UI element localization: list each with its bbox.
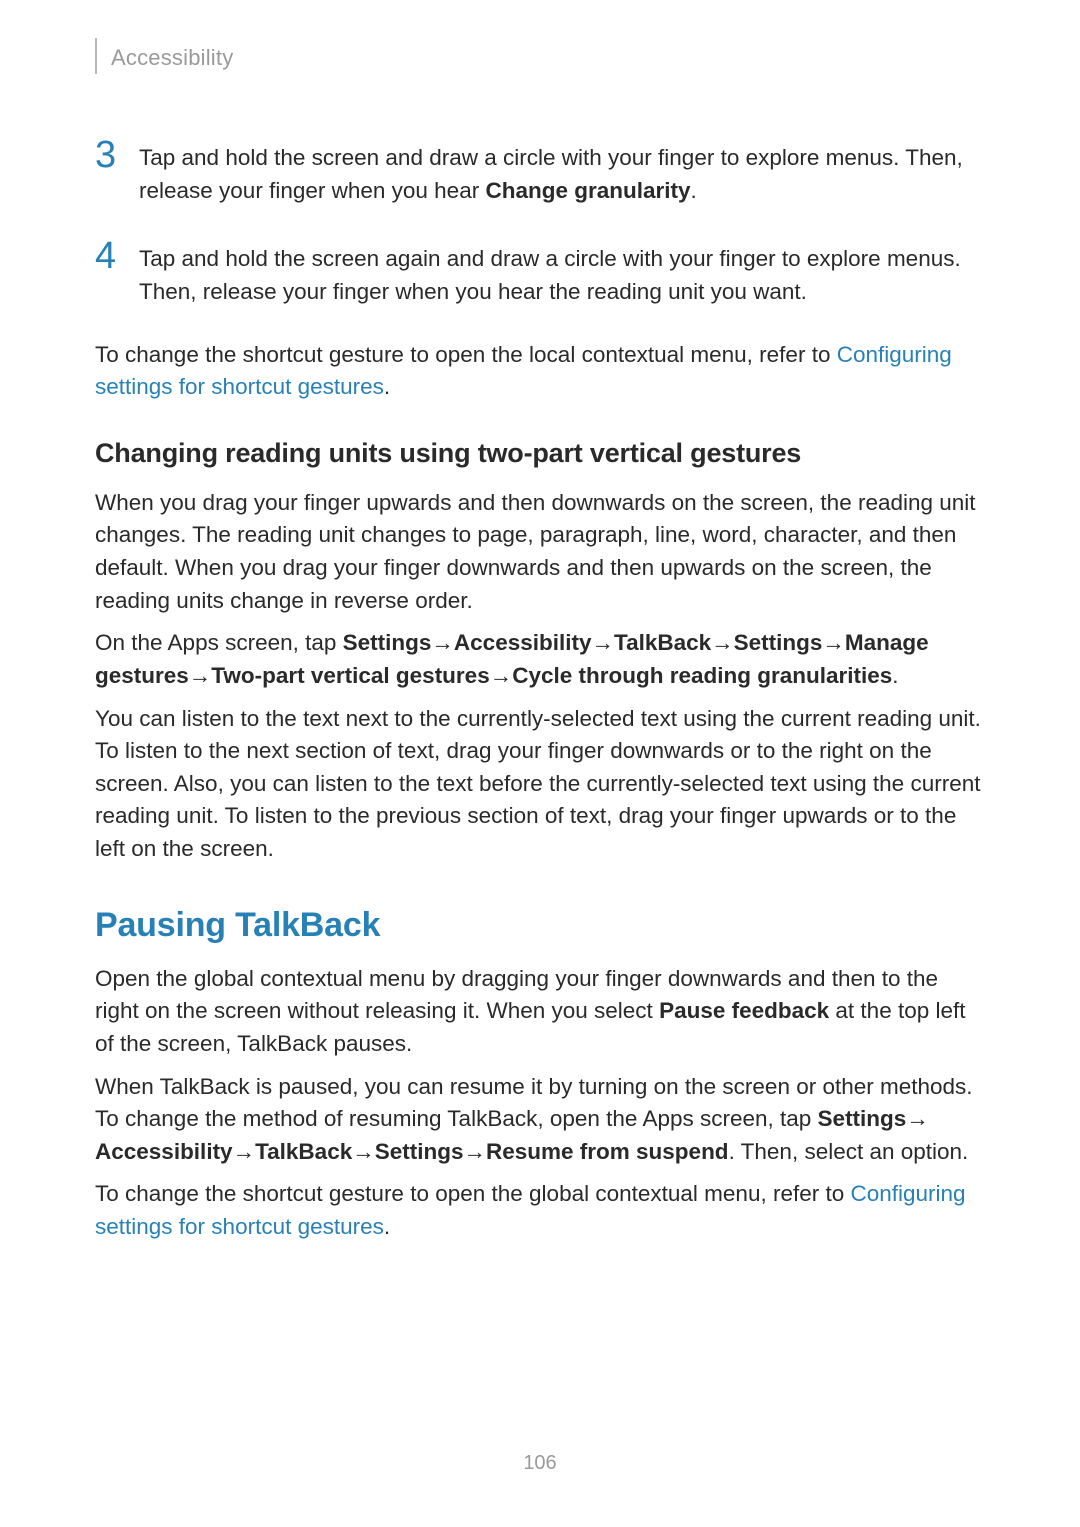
arrow-icon: → xyxy=(189,660,212,693)
step-text: Tap and hold the screen again and draw a… xyxy=(139,237,985,308)
text: . xyxy=(892,663,898,688)
bold-text: Cycle through reading granularities xyxy=(512,663,892,688)
header-section-label: Accessibility xyxy=(111,45,233,71)
section-heading-pausing-talkback: Pausing TalkBack xyxy=(95,906,985,945)
step-number: 3 xyxy=(95,136,139,174)
arrow-icon: → xyxy=(822,627,845,660)
bold-text: Pause feedback xyxy=(659,998,829,1023)
text: . Then, select an option. xyxy=(729,1139,969,1164)
arrow-icon: → xyxy=(592,627,615,660)
bold-text: Change granularity xyxy=(485,178,690,203)
page-header: Accessibility xyxy=(95,42,985,74)
paragraph-navigation-path: When TalkBack is paused, you can resume … xyxy=(95,1071,985,1169)
step-4: 4 Tap and hold the screen again and draw… xyxy=(95,237,985,308)
bold-text: Accessibility xyxy=(95,1139,233,1164)
text: . xyxy=(384,374,390,399)
arrow-icon: → xyxy=(906,1103,929,1136)
text: . xyxy=(384,1214,390,1239)
arrow-icon: → xyxy=(352,1136,375,1169)
step-3: 3 Tap and hold the screen and draw a cir… xyxy=(95,136,985,207)
bold-text: Resume from suspend xyxy=(486,1139,729,1164)
bold-text: Settings xyxy=(818,1106,907,1131)
header-divider xyxy=(95,38,97,74)
bold-text: Settings xyxy=(734,630,823,655)
bold-text: Settings xyxy=(343,630,432,655)
paragraph: When you drag your finger upwards and th… xyxy=(95,487,985,618)
paragraph: You can listen to the text next to the c… xyxy=(95,703,985,866)
arrow-icon: → xyxy=(464,1136,487,1169)
arrow-icon: → xyxy=(490,660,513,693)
text: To change the shortcut gesture to open t… xyxy=(95,1181,851,1206)
paragraph-navigation-path: On the Apps screen, tap Settings → Acces… xyxy=(95,627,985,692)
bold-text: TalkBack xyxy=(614,630,711,655)
bold-text: Two-part vertical gestures xyxy=(211,663,489,688)
page-number: 106 xyxy=(0,1452,1080,1475)
step-number: 4 xyxy=(95,237,139,275)
bold-text: Accessibility xyxy=(454,630,592,655)
paragraph: To change the shortcut gesture to open t… xyxy=(95,1178,985,1243)
text: To change the shortcut gesture to open t… xyxy=(95,342,837,367)
arrow-icon: → xyxy=(431,627,454,660)
paragraph: Open the global contextual menu by dragg… xyxy=(95,963,985,1061)
page: Accessibility 3 Tap and hold the screen … xyxy=(0,0,1080,1527)
text: On the Apps screen, tap xyxy=(95,630,343,655)
text: . xyxy=(691,178,697,203)
arrow-icon: → xyxy=(711,627,734,660)
subheading-changing-reading-units: Changing reading units using two-part ve… xyxy=(95,438,985,469)
text: Tap and hold the screen again and draw a… xyxy=(139,246,961,304)
arrow-icon: → xyxy=(233,1136,256,1169)
bold-text: TalkBack xyxy=(255,1139,352,1164)
bold-text: Settings xyxy=(375,1139,464,1164)
paragraph: To change the shortcut gesture to open t… xyxy=(95,339,985,404)
step-text: Tap and hold the screen and draw a circl… xyxy=(139,136,985,207)
